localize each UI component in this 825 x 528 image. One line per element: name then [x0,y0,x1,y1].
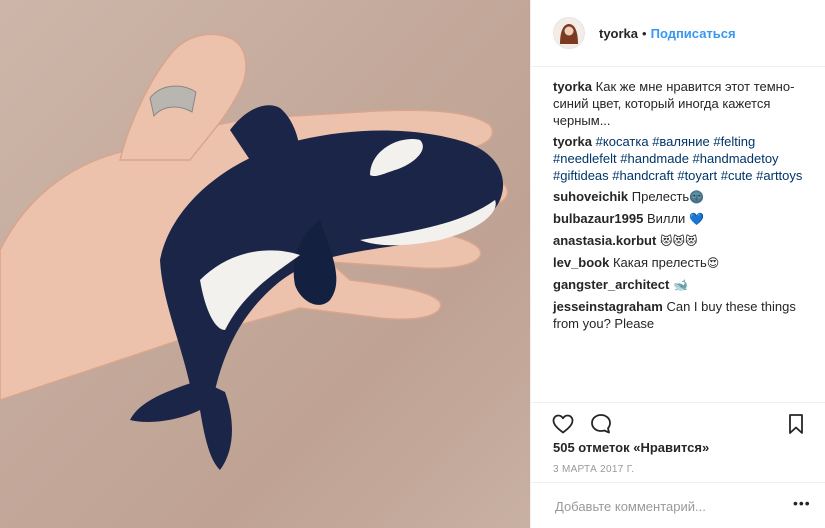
hashtag-link[interactable]: #валяние [652,134,710,149]
comment-text: Вилли [646,211,686,226]
comment-row: gangster_architect 🐋 [553,276,811,294]
action-bar [531,402,825,440]
post-date[interactable]: 3 МАРТА 2017 Г. [553,464,634,475]
hashtag-link[interactable]: #needlefelt [553,151,617,166]
hashtags-comment: tyorka #косатка #валяние #felting #needl… [553,133,811,184]
comment-username[interactable]: gangster_architect [553,277,669,292]
comment-username[interactable]: bulbazaur1995 [553,211,643,226]
comment-username[interactable]: lev_book [553,255,609,270]
post-header: tyorka • Подписаться [531,0,825,67]
avatar-illustration [554,18,584,48]
comment-row: suhoveichik Прелесть🌚 [553,188,811,206]
comment-username[interactable]: jesseinstagraham [553,299,663,314]
comment-row: lev_book Какая прелесть😍 [553,254,811,272]
comment-text: Прелесть [631,189,690,204]
comment-text: Какая прелесть [612,255,707,270]
author-avatar[interactable] [553,17,585,49]
comment-row: jesseinstagraham Can I buy these things … [553,298,811,332]
bookmark-icon[interactable] [784,412,808,436]
hashtag-link[interactable]: #handmadetoy [693,151,779,166]
instagram-post: tyorka • Подписаться tyorka Как же мне н… [0,0,825,528]
comment-emoji: 😍 [706,256,720,270]
comment-emoji: 🌚 [689,190,705,204]
heart-outline-icon[interactable] [551,412,575,436]
comment-username[interactable]: anastasia.korbut [553,233,656,248]
header-separator: • [642,25,647,41]
hashtag-link[interactable]: #cute [721,168,753,183]
comment-bubble-icon[interactable] [589,412,613,436]
orca-toy-in-hand-illustration [0,33,509,470]
caption-username[interactable]: tyorka [553,79,592,94]
comment-input[interactable] [553,495,777,517]
like-count[interactable]: 505 отметок «Нравится» [553,440,709,455]
comments-list: tyorka Как же мне нравится этот темно-си… [553,78,811,336]
comment-emoji: 😻😻😻 [659,234,698,248]
hashtag-link[interactable]: #handcraft [612,168,673,183]
follow-button[interactable]: Подписаться [651,26,736,41]
more-options-button[interactable]: ••• [793,495,811,511]
author-username[interactable]: tyorka [599,26,638,41]
comment-username[interactable]: suhoveichik [553,189,628,204]
hashtag-link[interactable]: #handmade [620,151,689,166]
post-sidebar: tyorka • Подписаться tyorka Как же мне н… [530,0,825,528]
comment-row: bulbazaur1995 Вилли 💙 [553,210,811,228]
hashtags-username[interactable]: tyorka [553,134,592,149]
post-photo[interactable] [0,0,530,528]
hashtag-link[interactable]: #toyart [677,168,717,183]
comment-emoji: 💙 [688,212,704,226]
caption-comment: tyorka Как же мне нравится этот темно-си… [553,78,811,129]
add-comment-bar: ••• [531,482,825,528]
hashtag-link[interactable]: #felting [713,134,755,149]
comment-emoji: 🐋 [672,278,688,292]
hashtag-link[interactable]: #косатка [596,134,649,149]
hashtag-link[interactable]: #arttoys [756,168,802,183]
comment-row: anastasia.korbut 😻😻😻 [553,232,811,250]
hashtag-link[interactable]: #giftideas [553,168,609,183]
